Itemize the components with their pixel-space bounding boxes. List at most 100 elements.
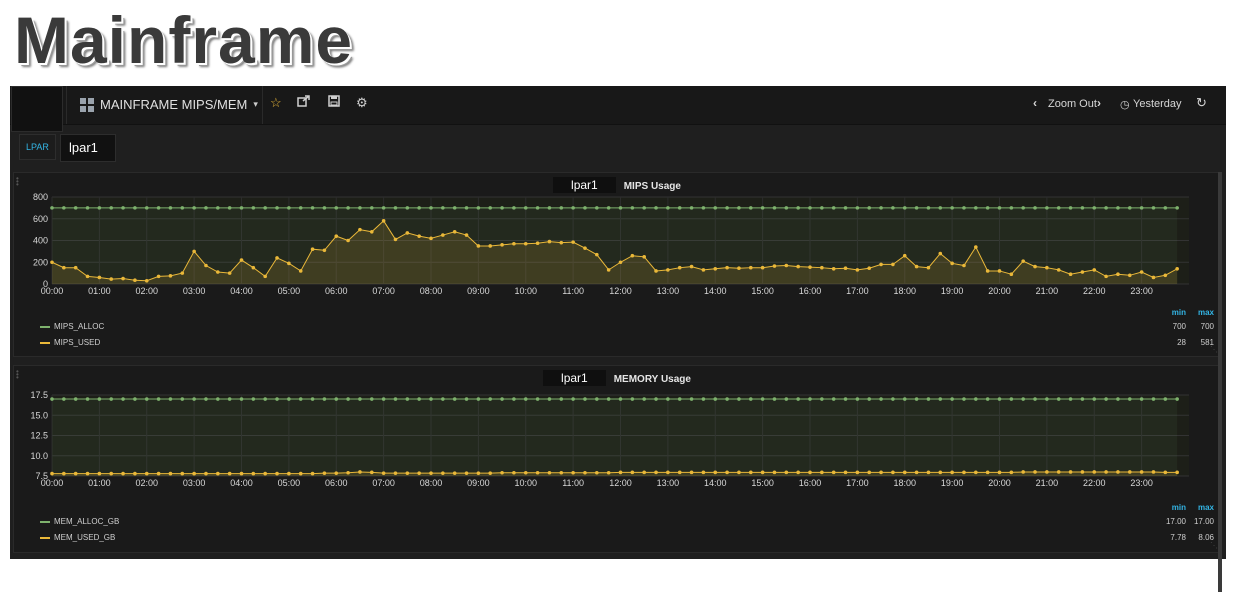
data-point[interactable] <box>393 397 398 401</box>
data-point[interactable] <box>737 397 741 401</box>
data-point[interactable] <box>1021 206 1025 210</box>
data-point[interactable] <box>855 268 860 272</box>
data-point[interactable] <box>168 471 173 476</box>
time-range-picker[interactable]: Yesterday <box>1133 98 1182 110</box>
data-point[interactable] <box>144 397 149 401</box>
data-point[interactable] <box>133 471 137 476</box>
resize-handle-icon[interactable]: ⋱ <box>1210 541 1218 550</box>
data-point[interactable] <box>97 206 102 210</box>
data-point[interactable] <box>381 206 386 210</box>
data-point[interactable] <box>239 206 244 210</box>
data-point[interactable] <box>985 470 990 475</box>
data-point[interactable] <box>677 470 682 475</box>
data-point[interactable] <box>1127 206 1132 210</box>
data-point[interactable] <box>583 470 587 475</box>
data-point[interactable] <box>535 470 540 475</box>
data-point[interactable] <box>1151 397 1156 401</box>
data-point[interactable] <box>713 206 718 210</box>
data-point[interactable] <box>725 470 729 475</box>
data-point[interactable] <box>1092 206 1097 210</box>
data-point[interactable] <box>275 471 279 476</box>
data-point[interactable] <box>322 397 327 401</box>
data-point[interactable] <box>843 266 848 271</box>
data-point[interactable] <box>204 263 208 268</box>
data-point[interactable] <box>405 397 410 401</box>
data-point[interactable] <box>429 397 433 401</box>
data-point[interactable] <box>796 206 800 210</box>
data-point[interactable] <box>227 471 232 476</box>
data-point[interactable] <box>512 206 516 210</box>
data-point[interactable] <box>488 397 493 401</box>
data-point[interactable] <box>772 397 777 401</box>
data-point[interactable] <box>298 269 303 273</box>
data-point[interactable] <box>121 276 125 281</box>
data-point[interactable] <box>168 206 173 210</box>
data-point[interactable] <box>1033 397 1037 401</box>
data-point[interactable] <box>512 470 516 475</box>
data-point[interactable] <box>500 206 504 210</box>
data-point[interactable] <box>1116 470 1120 474</box>
data-point[interactable] <box>654 269 658 273</box>
data-point[interactable] <box>902 253 907 258</box>
data-point[interactable] <box>1139 270 1144 274</box>
data-point[interactable] <box>938 470 943 475</box>
data-point[interactable] <box>144 278 149 283</box>
data-point[interactable] <box>760 265 765 270</box>
data-point[interactable] <box>559 397 564 401</box>
data-point[interactable] <box>784 206 789 210</box>
data-point[interactable] <box>1068 272 1073 277</box>
data-point[interactable] <box>1116 397 1120 401</box>
data-point[interactable] <box>1045 470 1049 474</box>
data-point[interactable] <box>251 265 256 270</box>
data-point[interactable] <box>725 206 729 210</box>
data-point[interactable] <box>630 397 635 401</box>
data-point[interactable] <box>1151 206 1156 210</box>
data-point[interactable] <box>820 470 824 475</box>
data-point[interactable] <box>606 206 611 210</box>
data-point[interactable] <box>867 470 872 475</box>
data-point[interactable] <box>239 258 244 262</box>
data-point[interactable] <box>689 264 694 269</box>
data-point[interactable] <box>760 206 765 210</box>
data-point[interactable] <box>310 471 315 476</box>
data-point[interactable] <box>523 470 528 475</box>
data-point[interactable] <box>891 470 895 475</box>
data-point[interactable] <box>1009 397 1014 401</box>
data-point[interactable] <box>298 206 303 210</box>
data-point[interactable] <box>985 269 990 273</box>
data-point[interactable] <box>1139 206 1144 210</box>
data-point[interactable] <box>772 206 777 210</box>
data-point[interactable] <box>50 206 54 210</box>
data-point[interactable] <box>962 206 966 210</box>
data-point[interactable] <box>298 397 303 401</box>
data-point[interactable] <box>902 206 907 210</box>
data-point[interactable] <box>1092 268 1097 272</box>
data-point[interactable] <box>393 237 398 242</box>
data-point[interactable] <box>73 397 78 401</box>
data-point[interactable] <box>369 470 374 475</box>
data-point[interactable] <box>1021 470 1025 474</box>
chevron-left-icon[interactable]: ‹ <box>1033 96 1037 110</box>
data-point[interactable] <box>287 206 291 210</box>
data-point[interactable] <box>938 251 943 256</box>
data-point[interactable] <box>796 397 800 401</box>
data-point[interactable] <box>429 236 433 241</box>
data-point[interactable] <box>1021 397 1025 401</box>
data-point[interactable] <box>500 470 504 475</box>
data-point[interactable] <box>62 471 66 476</box>
data-point[interactable] <box>879 262 883 267</box>
legend-item[interactable]: MEM_ALLOC_GB <box>40 514 119 530</box>
data-point[interactable] <box>1104 206 1108 210</box>
data-point[interactable] <box>891 206 895 210</box>
data-point[interactable] <box>902 397 907 401</box>
data-point[interactable] <box>275 397 279 401</box>
data-point[interactable] <box>1175 206 1179 210</box>
data-point[interactable] <box>962 397 966 401</box>
data-point[interactable] <box>784 470 789 475</box>
data-point[interactable] <box>808 470 812 475</box>
data-point[interactable] <box>1092 397 1097 401</box>
data-point[interactable] <box>606 470 611 475</box>
data-point[interactable] <box>263 206 267 210</box>
data-point[interactable] <box>1080 397 1085 401</box>
data-point[interactable] <box>642 255 646 259</box>
